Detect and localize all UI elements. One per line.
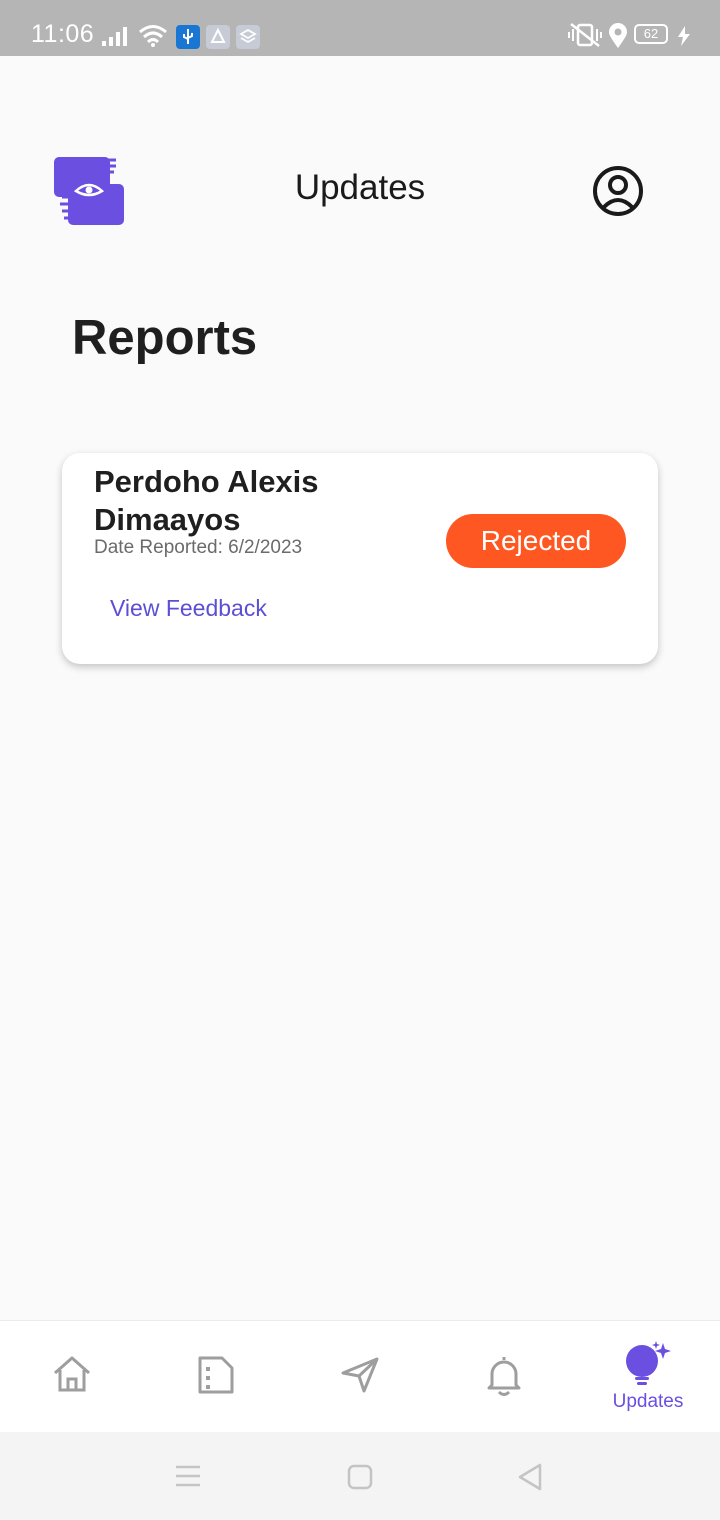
- status-time: 11:06: [31, 20, 95, 48]
- back-icon[interactable]: [516, 1463, 544, 1491]
- view-feedback-link[interactable]: View Feedback: [110, 595, 267, 622]
- nav-send[interactable]: [305, 1321, 415, 1433]
- section-title: Reports: [72, 311, 258, 365]
- bell-icon: [487, 1357, 521, 1396]
- lightbulb-sparkle-icon: [626, 1341, 671, 1385]
- charging-icon: [678, 26, 690, 46]
- date-value: 6/2/2023: [228, 537, 303, 558]
- home-icon: [54, 1356, 90, 1392]
- nav-reports[interactable]: [161, 1321, 271, 1433]
- share-icon: [206, 25, 230, 49]
- send-icon: [341, 1357, 379, 1393]
- date-label: Date Reported:: [94, 537, 229, 558]
- menu-icon[interactable]: [174, 1464, 202, 1488]
- nav-notifications[interactable]: [449, 1321, 559, 1433]
- home-button-icon[interactable]: [347, 1464, 373, 1490]
- date-reported: Date Reported: 6/2/2023: [94, 537, 302, 559]
- vibrate-icon: [568, 23, 602, 47]
- document-icon: [198, 1356, 234, 1394]
- wifi-icon: [139, 25, 167, 47]
- usb-icon: [176, 25, 200, 49]
- bottom-nav: Updates: [0, 1320, 720, 1433]
- layers-icon: [236, 25, 260, 49]
- reporter-name: Perdoho Alexis Dimaayos: [94, 464, 319, 537]
- status-bar: 11:06 62: [0, 0, 720, 56]
- account-circle-icon[interactable]: [592, 165, 644, 217]
- report-card: Perdoho Alexis Dimaayos Date Reported: 6…: [62, 453, 658, 664]
- nav-updates[interactable]: Updates: [593, 1321, 703, 1433]
- system-nav-bar: [0, 1432, 720, 1520]
- location-icon: [609, 23, 627, 48]
- nav-home[interactable]: [17, 1321, 127, 1433]
- signal-icon: [102, 27, 127, 46]
- screen: 11:06 62 Updates Reports Perdoho Alexis …: [0, 0, 720, 1520]
- nav-label-updates: Updates: [612, 1391, 684, 1412]
- battery-icon: 62: [634, 24, 668, 44]
- status-badge: Rejected: [446, 514, 626, 568]
